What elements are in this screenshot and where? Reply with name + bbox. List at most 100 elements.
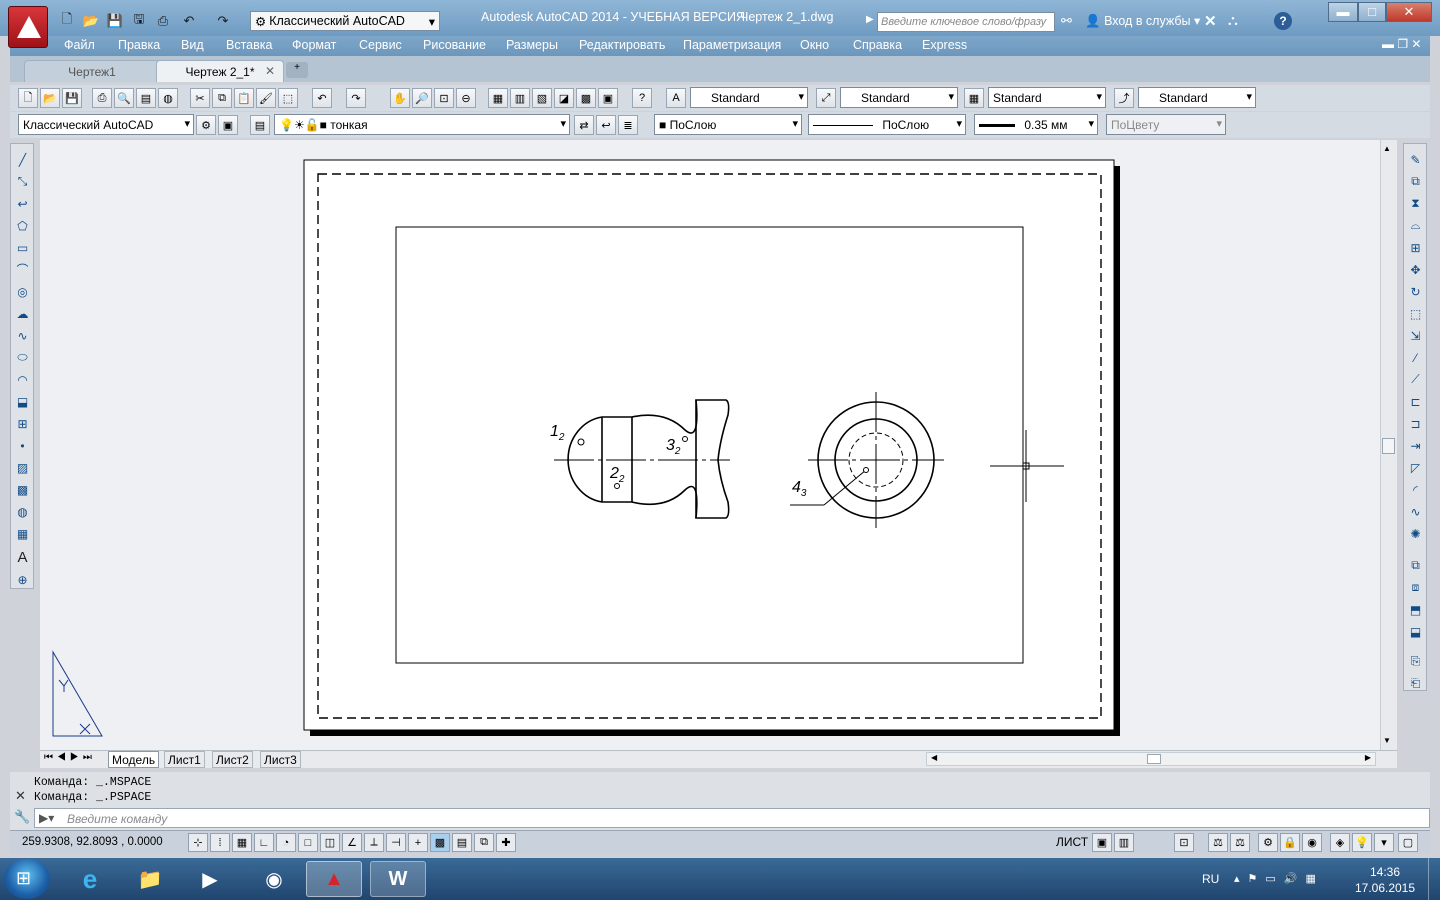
ortho-icon[interactable]: ∟ <box>254 833 274 852</box>
markup-icon[interactable]: ▩ <box>576 88 596 108</box>
table-style-select[interactable]: Standard <box>988 87 1106 108</box>
region-icon[interactable]: ◍ <box>13 502 32 521</box>
dynamic-ucs-icon[interactable]: ⟂ <box>364 833 384 852</box>
menu-express[interactable]: Express <box>922 38 967 52</box>
point-icon[interactable]: • <box>13 436 32 455</box>
tab-navigation-icons[interactable]: ⏮◀▶⏭ <box>44 752 96 763</box>
binoculars-icon[interactable]: ⚯ <box>1061 13 1072 29</box>
menu-help[interactable]: Справка <box>853 38 902 52</box>
clean-screen-icon[interactable]: ▢ <box>1398 833 1418 852</box>
selection-cycling-icon[interactable]: ⧉ <box>474 833 494 852</box>
circle-icon[interactable]: ◎ <box>13 282 32 301</box>
command-prompt-icon[interactable]: ▶▾ <box>39 811 54 825</box>
text-style-icon[interactable]: A <box>666 88 686 108</box>
hardware-acceleration-icon[interactable]: ◉ <box>1302 833 1322 852</box>
construction-line-icon[interactable]: ⤡ <box>13 172 32 191</box>
insert-block-icon[interactable]: ⬓ <box>13 392 32 411</box>
pan-icon[interactable]: ✋ <box>390 88 410 108</box>
object-snap-icon[interactable]: □ <box>298 833 318 852</box>
search-expand-icon[interactable]: ▶ <box>866 14 874 25</box>
polygon-icon[interactable]: ⬠ <box>13 216 32 235</box>
blend-curves-icon[interactable]: ∿ <box>1406 502 1425 521</box>
polar-tracking-icon[interactable]: ◔ <box>276 833 296 852</box>
media-player-icon[interactable]: ▶ <box>182 861 238 897</box>
menu-edit[interactable]: Правка <box>118 38 160 52</box>
drawing-area[interactable]: 12 22 32 43 <box>40 140 1397 750</box>
plotstyle-select[interactable]: ПоЦвету <box>1106 114 1226 135</box>
autocad-task-button[interactable]: ▲ <box>306 861 362 897</box>
menu-file[interactable]: Файл <box>64 38 95 52</box>
trim-icon[interactable]: ⁄ <box>1406 348 1425 367</box>
close-command-icon[interactable]: ✕ <box>15 788 26 804</box>
space-toggle[interactable]: ЛИСТ <box>1056 835 1088 849</box>
quick-view-layouts-icon[interactable]: ▣ <box>1092 833 1112 852</box>
close-tab-icon[interactable]: ✕ <box>265 64 275 78</box>
3d-dwf-icon[interactable]: ◍ <box>158 88 178 108</box>
workspace-switching-icon[interactable]: ⚙ <box>1258 833 1278 852</box>
tab-sheet1[interactable]: Лист1 <box>164 751 205 768</box>
send-under-icon[interactable]: ⬓ <box>1406 622 1425 641</box>
workspace-lock-icon[interactable]: ▣ <box>218 115 238 135</box>
layer-previous-icon[interactable]: ↩ <box>596 115 616 135</box>
tray-icons[interactable]: ▴⚑▭🔊▦ <box>1234 872 1324 885</box>
annotation-monitor-icon[interactable]: ✚ <box>496 833 516 852</box>
workspace-dropdown[interactable]: Классический AutoCAD <box>18 114 194 135</box>
mirror-icon[interactable]: ⧗ <box>1406 194 1425 213</box>
3d-osnap-icon[interactable]: ◫ <box>320 833 340 852</box>
menu-insert[interactable]: Вставка <box>226 38 272 52</box>
make-current-layer-icon[interactable]: ⇄ <box>574 115 594 135</box>
copy-icon[interactable]: ⧉ <box>212 88 232 108</box>
internet-explorer-icon[interactable]: e <box>62 861 118 897</box>
tab-sheet3[interactable]: Лист3 <box>260 751 301 768</box>
menu-format[interactable]: Формат <box>292 38 336 52</box>
annotation-visibility-icon[interactable]: ⚖ <box>1230 833 1250 852</box>
design-center-icon[interactable]: ▥ <box>510 88 530 108</box>
snap-mode-icon[interactable]: ⁞ <box>210 833 230 852</box>
multiline-text-icon[interactable]: A <box>13 548 32 567</box>
vertical-scroll-thumb[interactable] <box>1382 438 1395 454</box>
new-icon[interactable]: 🗋 <box>18 88 38 108</box>
open-icon[interactable]: 📂 <box>40 88 60 108</box>
isolate-objects-icon[interactable]: ◈ <box>1330 833 1350 852</box>
infer-constraints-icon[interactable]: ⊹ <box>188 833 208 852</box>
hatch-icon[interactable]: ▨ <box>13 458 32 477</box>
zoom-window-icon[interactable]: ⊡ <box>434 88 454 108</box>
menu-modify[interactable]: Редактировать <box>579 38 665 52</box>
ellipse-icon[interactable]: ⬭ <box>13 348 32 367</box>
offset-icon[interactable]: ⌓ <box>1406 216 1425 235</box>
stretch-icon[interactable]: ⇲ <box>1406 326 1425 345</box>
quick-properties-icon[interactable]: ▤ <box>452 833 472 852</box>
object-snap-tracking-icon[interactable]: ∠ <box>342 833 362 852</box>
doc-window-controls[interactable]: ▬ ❐ ✕ <box>1382 37 1421 51</box>
add-selected-icon[interactable]: ⊕ <box>13 570 32 589</box>
menu-dimension[interactable]: Размеры <box>506 38 558 52</box>
maximize-button[interactable]: □ <box>1358 2 1386 22</box>
block-editor-icon[interactable]: ⬚ <box>278 88 298 108</box>
text-front-icon[interactable]: ⎘ <box>1406 652 1425 671</box>
ellipse-arc-icon[interactable]: ◠ <box>13 370 32 389</box>
file-tab-drawing1[interactable]: Чертеж1 <box>24 60 160 82</box>
open-icon[interactable]: 📂 <box>82 12 100 30</box>
save-icon[interactable]: 💾 <box>106 12 124 30</box>
help-icon[interactable]: ? <box>632 88 652 108</box>
publish-icon[interactable]: ▤ <box>136 88 156 108</box>
show-desktop-button[interactable] <box>1428 858 1440 900</box>
dim-style-icon[interactable]: ⤢ <box>816 88 836 108</box>
horizontal-scrollbar[interactable]: ◀ ▶ <box>926 752 1376 766</box>
rotate-icon[interactable]: ↻ <box>1406 282 1425 301</box>
close-button[interactable]: ✕ <box>1386 2 1432 22</box>
start-button[interactable]: ⊞ <box>4 859 50 899</box>
draw-order-front-icon[interactable]: ⧉ <box>1406 556 1425 575</box>
copy-object-icon[interactable]: ⧉ <box>1406 172 1425 191</box>
break-at-point-icon[interactable]: ⊏ <box>1406 392 1425 411</box>
text-style-select[interactable]: Standard <box>690 87 808 108</box>
new-tab-icon[interactable]: + <box>286 62 308 78</box>
language-indicator[interactable]: RU <box>1202 872 1219 886</box>
mleader-style-icon[interactable]: ⤴ <box>1114 88 1134 108</box>
layer-select[interactable]: 💡☀🔓■ тонкая <box>274 114 570 135</box>
redo-icon[interactable]: ↷ <box>346 88 366 108</box>
search-input[interactable]: Введите ключевое слово/фразу <box>877 12 1055 32</box>
coordinate-readout[interactable]: 259.9308, 92.8093 , 0.0000 <box>22 836 163 848</box>
undo-icon[interactable]: ↶ <box>312 88 332 108</box>
arc-icon[interactable]: ⌒ <box>13 260 32 279</box>
